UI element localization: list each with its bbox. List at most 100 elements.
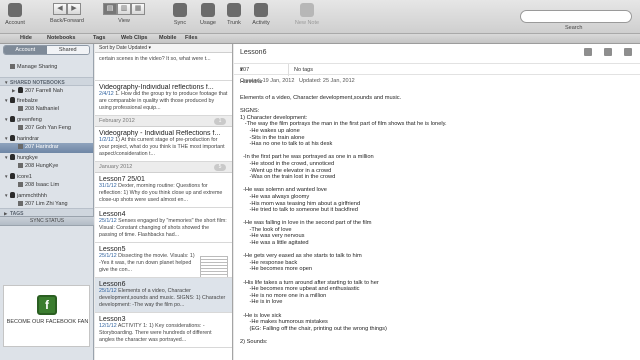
shared-notebooks-header[interactable]: ▼ SHARED NOTEBOOKS bbox=[0, 76, 93, 86]
note-thumbnail bbox=[200, 256, 228, 277]
view-switcher[interactable]: ▤ ▥ ▦ View bbox=[100, 3, 148, 24]
notebook-selector[interactable]: 207 Harindrar ▾ bbox=[240, 64, 263, 85]
note-card-text: certain scenes in the video? It so, what… bbox=[99, 56, 211, 62]
new-note-button[interactable]: New Note bbox=[290, 3, 324, 26]
note-body-line bbox=[240, 148, 630, 155]
note-card-snippet: 31/1/12 Dexter, morning routine: Questio… bbox=[99, 183, 228, 204]
snippet-view-icon[interactable]: ▥ bbox=[117, 3, 131, 15]
sidebar-row-label: 207 Goh Yan Feng bbox=[25, 125, 71, 131]
files-filter[interactable]: Files bbox=[185, 35, 198, 41]
note-body-line: (EG: Falling off the chair, printing out… bbox=[240, 325, 387, 332]
manage-sharing-button[interactable]: Manage Sharing bbox=[0, 63, 93, 73]
note-body-line: -He is love sick bbox=[240, 312, 282, 319]
usage-button[interactable]: Usage bbox=[196, 3, 220, 26]
note-body-line: SIGNS: bbox=[240, 108, 260, 115]
notebooks-filter[interactable]: Notebooks bbox=[47, 35, 75, 41]
tab-shared[interactable]: Shared bbox=[46, 46, 89, 54]
trunk-button[interactable]: Trunk bbox=[224, 3, 244, 26]
note-body-line bbox=[240, 332, 630, 339]
web-clips-filter[interactable]: Web Clips bbox=[121, 35, 148, 41]
note-card[interactable]: Lesson4 25/1/12 Senses engaged by "memori… bbox=[95, 208, 232, 243]
sidebar-user-row[interactable]: ▼ firebalze bbox=[0, 96, 93, 106]
mobile-filter[interactable]: Mobile bbox=[159, 35, 176, 41]
note-card[interactable]: certain scenes in the video? It so, what… bbox=[95, 53, 232, 81]
note-card-snippet: 25/1/12 Elements of a video, Character d… bbox=[99, 288, 228, 309]
note-card-snippet: 25/1/12 Dissecting the movie. Visuals: 1… bbox=[99, 253, 196, 274]
note-card-date: 25/1/12 bbox=[99, 218, 117, 224]
note-card-snippet: 2/4/12 1. How did the group try to produ… bbox=[99, 91, 228, 112]
updated-date: Updated: 25 Jan, 2012 bbox=[299, 78, 355, 84]
note-body-line bbox=[240, 247, 630, 254]
note-card[interactable]: Lesson3 12/1/12 ACTIVITY 1: 1) Key consid… bbox=[95, 313, 232, 348]
person-icon bbox=[10, 172, 15, 179]
tags-field[interactable]: No tags bbox=[294, 64, 313, 76]
note-card-title: Videography-Individual reflections f... bbox=[99, 84, 214, 91]
person-icon bbox=[10, 96, 15, 103]
note-title[interactable]: Lesson6 bbox=[240, 49, 266, 56]
sidebar-row-label: firebalze bbox=[17, 97, 38, 104]
tab-account[interactable]: Account bbox=[4, 46, 47, 54]
created-date: Created: 19 Jan, 2012 bbox=[240, 78, 295, 84]
note-meta-bar: 207 Harindrar ▾ No tags bbox=[234, 63, 640, 85]
hide-button[interactable]: Hide bbox=[20, 35, 32, 41]
note-card-date: 2/4/12 bbox=[99, 91, 114, 97]
note-body-line bbox=[240, 306, 630, 313]
search-label: Search bbox=[565, 25, 583, 31]
thumbnail-view-icon[interactable]: ▦ bbox=[131, 3, 145, 15]
usage-gauge-icon bbox=[201, 3, 215, 17]
note-body-line: -He gets very eased as she starts to tal… bbox=[240, 253, 362, 260]
note-count-badge: 5 bbox=[214, 164, 226, 171]
back-arrow-icon[interactable]: ◀ bbox=[53, 3, 67, 15]
info-icon[interactable] bbox=[624, 48, 632, 56]
search-input[interactable] bbox=[520, 10, 632, 23]
sidebar-user-row[interactable]: ▼ greenfeng bbox=[0, 115, 93, 125]
list-view-icon[interactable]: ▤ bbox=[103, 3, 117, 15]
account-button[interactable]: Account bbox=[4, 3, 26, 26]
note-card[interactable]: Lesson6 25/1/12 Elements of a video, Char… bbox=[95, 278, 232, 313]
sidebar-notebook-row[interactable]: 207 Harindrar bbox=[0, 143, 93, 153]
facebook-ad[interactable]: f BECOME OUR FACEBOOK FAN bbox=[3, 285, 90, 347]
note-body[interactable]: Elements of a video, Character developme… bbox=[240, 95, 630, 360]
note-card[interactable]: Lesson7 25/01 31/1/12 Dexter, morning rou… bbox=[95, 173, 232, 208]
activity-button[interactable]: Activity bbox=[248, 3, 274, 26]
sidebar-notebook-row[interactable]: 208 Nathaniel bbox=[0, 105, 93, 115]
notebook-icon bbox=[18, 125, 23, 130]
sidebar-notebook-row[interactable]: 208 Isaac Lim bbox=[0, 181, 93, 191]
lock-icon[interactable] bbox=[584, 48, 592, 56]
notebook-icon bbox=[18, 182, 23, 187]
note-card-text: Senses engaged by "memories" the short f… bbox=[99, 218, 227, 238]
month-group-header: February 2012 1 bbox=[95, 116, 232, 127]
sidebar-user-row[interactable]: ▼ harindrar bbox=[0, 134, 93, 144]
person-icon bbox=[10, 191, 15, 198]
note-body-line: -He response back bbox=[240, 259, 298, 266]
tags-filter[interactable]: Tags bbox=[93, 35, 105, 41]
sidebar-user-row[interactable]: ▶ 207 Farrell Nah bbox=[0, 86, 93, 96]
note-body-line bbox=[240, 181, 630, 188]
sidebar-user-row[interactable]: ▼ hungkye bbox=[0, 153, 93, 163]
forward-arrow-icon[interactable]: ▶ bbox=[67, 3, 81, 15]
sidebar-notebook-row[interactable]: 208 HungKye bbox=[0, 162, 93, 172]
note-body-line: 1) Character development: bbox=[240, 114, 308, 121]
notebook-icon bbox=[18, 201, 23, 206]
note-body-line: -He was falling in love in the second pa… bbox=[240, 220, 372, 227]
note-card-date: 12/1/12 bbox=[99, 323, 117, 329]
sidebar-user-row[interactable]: ▼ jammchthhh bbox=[0, 191, 93, 201]
notebook-icon bbox=[18, 163, 23, 168]
sync-button[interactable]: Sync bbox=[170, 3, 190, 26]
note-card[interactable]: Lesson5 25/1/12 Dissecting the movie. Vis… bbox=[95, 243, 232, 278]
note-card-text: 1) At this current stage of pre-producti… bbox=[99, 137, 225, 157]
sync-status-bar[interactable]: SYNC STATUS bbox=[0, 216, 94, 226]
note-card[interactable]: Videography-Individual reflections f... 2… bbox=[95, 81, 232, 116]
note-body-line: -He was solemn and wanted love bbox=[240, 187, 327, 194]
person-icon bbox=[18, 87, 23, 93]
share-icon[interactable] bbox=[604, 48, 612, 56]
person-icon bbox=[8, 3, 22, 17]
sort-dropdown[interactable]: Sort by Date Updated ▾ bbox=[95, 44, 232, 53]
sidebar-notebook-row[interactable]: 207 Goh Yan Feng bbox=[0, 124, 93, 134]
note-body-line: 2) Sounds: bbox=[240, 338, 268, 345]
note-card[interactable]: Videography - Individual Reflections f..… bbox=[95, 127, 232, 162]
note-body-line: -Went up the elevator in a crowd bbox=[240, 167, 332, 174]
note-body-line: -He stood in the crowd, unnoticed bbox=[240, 160, 335, 167]
back-forward-button[interactable]: ◀ ▶ Back/Forward bbox=[46, 3, 88, 24]
sidebar-user-row[interactable]: ▼ icore1 bbox=[0, 172, 93, 182]
